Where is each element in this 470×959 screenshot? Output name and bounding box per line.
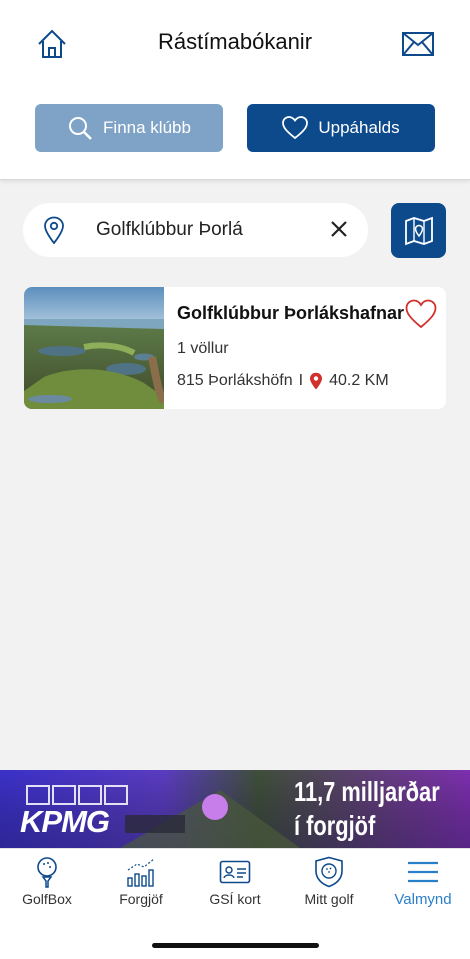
course-count: 1 völlur	[177, 340, 229, 357]
shield-golf-icon	[315, 856, 343, 888]
favorite-heart-icon[interactable]	[405, 299, 437, 329]
map-icon	[404, 216, 433, 245]
postal-town: 815 Þorlákshöfn	[177, 372, 293, 389]
search-icon	[69, 117, 92, 140]
kpmg-banner-ad[interactable]: KPMG 11,7 milljarðar í forgjöf	[0, 770, 470, 848]
tab-label: GolfBox	[22, 891, 72, 907]
tab-label: GSÍ kort	[209, 891, 261, 907]
favorites-button[interactable]: Uppáhalds	[247, 104, 435, 152]
id-card-icon	[219, 860, 251, 884]
messages-button[interactable]	[400, 30, 436, 58]
tab-label: Valmynd	[394, 891, 452, 908]
close-icon	[331, 221, 347, 237]
find-club-button[interactable]: Finna klúbb	[35, 104, 223, 152]
tab-my-golf[interactable]: Mitt golf	[282, 855, 376, 915]
home-indicator	[152, 943, 319, 948]
header: Rástímabókanir Finna klúbb Uppáhalds	[0, 0, 470, 180]
bar-chart-icon	[127, 858, 155, 887]
distance-pin-icon	[310, 372, 323, 390]
tab-golfbox[interactable]: GolfBox	[0, 855, 94, 915]
favorites-label: Uppáhalds	[318, 118, 400, 137]
tab-gsi-card[interactable]: GSÍ kort	[188, 855, 282, 915]
tab-menu[interactable]: Valmynd	[376, 855, 470, 915]
location-pin-icon	[44, 216, 64, 244]
map-view-button[interactable]	[391, 203, 446, 258]
club-location: 815 Þorlákshöfn I 40.2 KM	[177, 372, 389, 390]
find-club-label: Finna klúbb	[103, 118, 191, 137]
distance: 40.2 KM	[329, 372, 389, 389]
tab-handicap[interactable]: Forgjöf	[94, 855, 188, 915]
golf-ball-tee-icon	[37, 857, 57, 888]
club-photo	[24, 287, 164, 409]
mail-icon	[402, 32, 434, 56]
search-input[interactable]: Golfklúbbur Þorlá	[96, 219, 326, 241]
tab-label: Mitt golf	[304, 891, 354, 907]
banner-headline-1: 11,7 milljarðar	[294, 776, 440, 807]
club-name: Golfklúbbur Þorlákshafnar	[177, 303, 405, 323]
tab-label: Forgjöf	[119, 891, 163, 907]
club-search-field[interactable]: Golfklúbbur Þorlá	[23, 203, 368, 257]
separator: I	[298, 372, 304, 389]
clear-search-button[interactable]	[327, 217, 351, 241]
banner-brand: KPMG	[20, 804, 110, 839]
menu-icon	[408, 861, 438, 883]
club-result-card[interactable]: Golfklúbbur Þorlákshafnar 1 völlur 815 Þ…	[24, 287, 446, 409]
banner-headline-2: í forgjöf	[294, 810, 376, 841]
heart-icon	[282, 116, 309, 140]
